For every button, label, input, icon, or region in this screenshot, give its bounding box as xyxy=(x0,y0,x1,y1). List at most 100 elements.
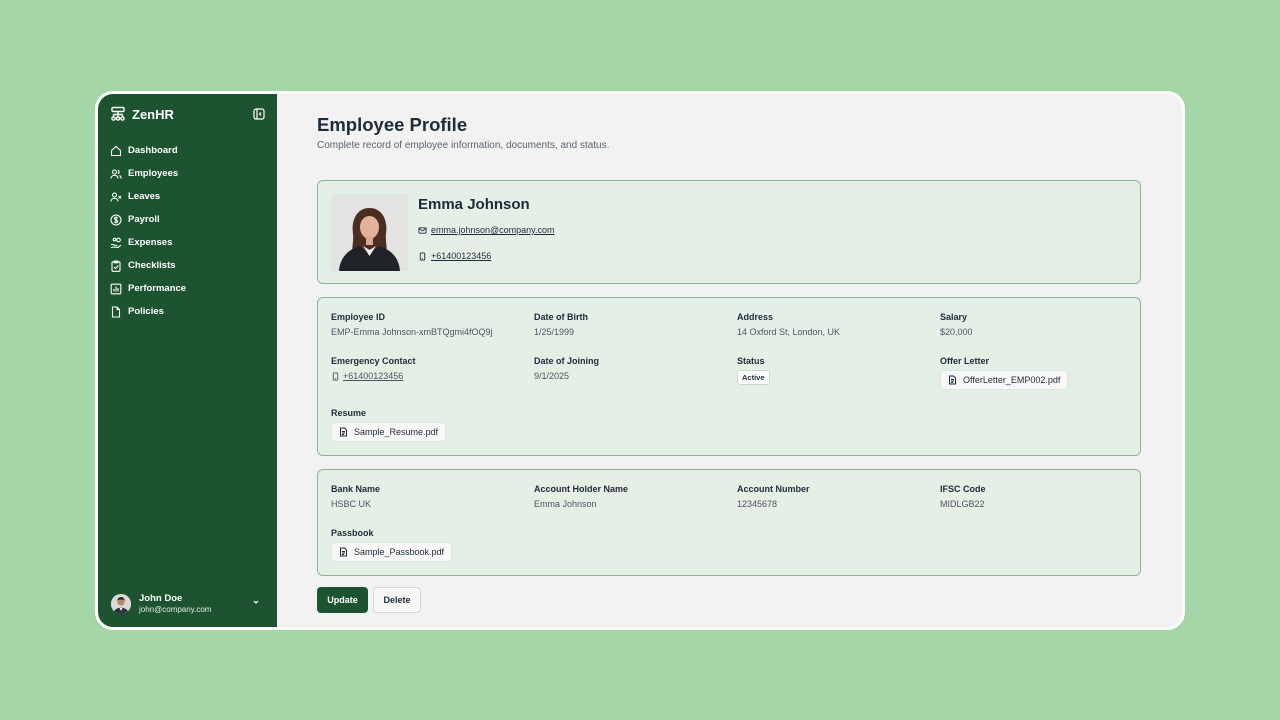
field-value: 12345678 xyxy=(737,499,778,509)
emergency-phone-link[interactable]: +61400123456 xyxy=(331,371,416,381)
sidebar-item-policies[interactable]: Policies xyxy=(110,300,186,323)
sidebar-item-label: Performance xyxy=(128,283,187,294)
chevron-down-icon[interactable] xyxy=(251,597,261,607)
sidebar-item-label: Checklists xyxy=(128,260,176,271)
field-resume: Resume Sample_Resume.pdf xyxy=(331,408,447,442)
field-label: Status xyxy=(737,356,765,366)
employee-phone: +61400123456 xyxy=(431,251,492,261)
resume-file[interactable]: Sample_Resume.pdf xyxy=(331,422,447,442)
org-chart-icon xyxy=(111,106,125,121)
page-title: Employee Profile xyxy=(317,114,468,135)
mail-icon xyxy=(418,226,427,234)
profile-card: Emma Johnson emma.johnson@company.com +6… xyxy=(317,180,1141,284)
user-info: John Doe john@company.com xyxy=(139,593,211,615)
delete-button[interactable]: Delete xyxy=(373,587,421,613)
sidebar: ZenHR Dashboard Employees Leaves Payroll xyxy=(98,94,277,627)
field-ifsc: IFSC Code MIDLGB22 xyxy=(940,484,986,509)
field-label: Bank Name xyxy=(331,484,381,494)
phone-icon xyxy=(419,251,426,261)
employee-photo xyxy=(331,194,408,271)
document-icon xyxy=(340,547,347,557)
avatar xyxy=(111,594,131,614)
field-status: Status Active xyxy=(737,356,770,385)
offer-letter-file[interactable]: OfferLetter_EMP002.pdf xyxy=(940,370,1069,390)
dollar-circle-icon xyxy=(110,213,122,226)
field-value: HSBC UK xyxy=(331,499,372,509)
field-label: Date of Birth xyxy=(534,312,588,322)
field-value: Emma Johnson xyxy=(534,499,597,509)
employee-email: emma.johnson@company.com xyxy=(431,225,555,235)
clipboard-check-icon xyxy=(111,259,121,272)
sidebar-item-label: Leaves xyxy=(128,191,161,202)
field-value: +61400123456 xyxy=(343,371,404,381)
sidebar-item-label: Dashboard xyxy=(128,145,178,156)
field-label: Address xyxy=(737,312,774,322)
sidebar-item-label: Policies xyxy=(128,306,164,317)
employee-phone-link[interactable]: +61400123456 xyxy=(418,251,491,261)
field-employee-id: Employee ID EMP-Emma Johnson-xmBTQgmi4fO… xyxy=(331,312,493,337)
sidebar-item-label: Employees xyxy=(128,168,179,179)
home-icon xyxy=(110,145,122,156)
sidebar-item-leaves[interactable]: Leaves xyxy=(110,185,186,208)
employee-email-link[interactable]: emma.johnson@company.com xyxy=(418,225,555,235)
document-icon xyxy=(340,427,347,437)
sidebar-item-checklists[interactable]: Checklists xyxy=(110,254,186,277)
sidebar-toggle-icon[interactable] xyxy=(253,108,265,120)
file-name: Sample_Resume.pdf xyxy=(354,427,439,437)
user-menu[interactable]: John Doe john@company.com xyxy=(111,593,263,615)
field-label: IFSC Code xyxy=(940,484,986,494)
field-bank-name: Bank Name HSBC UK xyxy=(331,484,380,509)
bank-card: Bank Name HSBC UK Account Holder Name Em… xyxy=(317,469,1141,576)
field-label: Account Number xyxy=(737,484,810,494)
field-account-number: Account Number 12345678 xyxy=(737,484,810,509)
users-icon xyxy=(110,168,122,179)
sidebar-item-dashboard[interactable]: Dashboard xyxy=(110,139,186,162)
user-x-icon xyxy=(110,191,122,202)
details-card: Employee ID EMP-Emma Johnson-xmBTQgmi4fO… xyxy=(317,297,1141,456)
user-name: John Doe xyxy=(139,593,183,604)
sidebar-nav: Dashboard Employees Leaves Payroll Expen… xyxy=(110,139,186,323)
field-doj: Date of Joining 9/1/2025 xyxy=(534,356,599,381)
main-content: Employee Profile Complete record of empl… xyxy=(277,94,1182,627)
phone-icon xyxy=(332,371,339,381)
field-value: 14 Oxford St, London, UK xyxy=(737,327,841,337)
field-value: $20,000 xyxy=(940,327,973,337)
field-label: Employee ID xyxy=(331,312,386,322)
sidebar-item-payroll[interactable]: Payroll xyxy=(110,208,186,231)
user-email: john@company.com xyxy=(139,605,212,614)
sidebar-item-employees[interactable]: Employees xyxy=(110,162,186,185)
field-emergency-contact: Emergency Contact +61400123456 xyxy=(331,356,416,381)
field-offer-letter: Offer Letter OfferLetter_EMP002.pdf xyxy=(940,356,1069,390)
file-name: OfferLetter_EMP002.pdf xyxy=(963,375,1061,385)
sidebar-item-expenses[interactable]: Expenses xyxy=(110,231,186,254)
bar-chart-icon xyxy=(110,283,122,294)
field-salary: Salary $20,000 xyxy=(940,312,973,337)
app-window: ZenHR Dashboard Employees Leaves Payroll xyxy=(95,91,1185,630)
field-value: 9/1/2025 xyxy=(534,371,570,381)
sidebar-item-label: Payroll xyxy=(128,214,160,225)
field-value: MIDLGB22 xyxy=(940,499,985,509)
field-dob: Date of Birth 1/25/1999 xyxy=(534,312,588,337)
sidebar-item-label: Expenses xyxy=(128,237,173,248)
field-passbook: Passbook Sample_Passbook.pdf xyxy=(331,528,453,562)
field-label: Account Holder Name xyxy=(534,484,629,494)
field-value: EMP-Emma Johnson-xmBTQgmi4fOQ9j xyxy=(331,327,493,337)
passbook-file[interactable]: Sample_Passbook.pdf xyxy=(331,542,453,562)
page-subtitle: Complete record of employee information,… xyxy=(317,140,610,151)
employee-name: Emma Johnson xyxy=(418,196,530,213)
field-label: Offer Letter xyxy=(940,356,990,366)
brand[interactable]: ZenHR xyxy=(110,106,174,122)
field-label: Passbook xyxy=(331,528,374,538)
file-icon xyxy=(111,305,121,318)
field-label: Date of Joining xyxy=(534,356,599,366)
field-account-holder: Account Holder Name Emma Johnson xyxy=(534,484,628,509)
status-badge: Active xyxy=(737,370,770,385)
update-button[interactable]: Update xyxy=(317,587,368,613)
brand-name: ZenHR xyxy=(132,106,174,122)
field-label: Resume xyxy=(331,408,367,418)
document-icon xyxy=(949,375,956,385)
field-address: Address 14 Oxford St, London, UK xyxy=(737,312,840,337)
sidebar-item-performance[interactable]: Performance xyxy=(110,277,186,300)
field-value: 1/25/1999 xyxy=(534,327,575,337)
field-label: Emergency Contact xyxy=(331,356,416,366)
